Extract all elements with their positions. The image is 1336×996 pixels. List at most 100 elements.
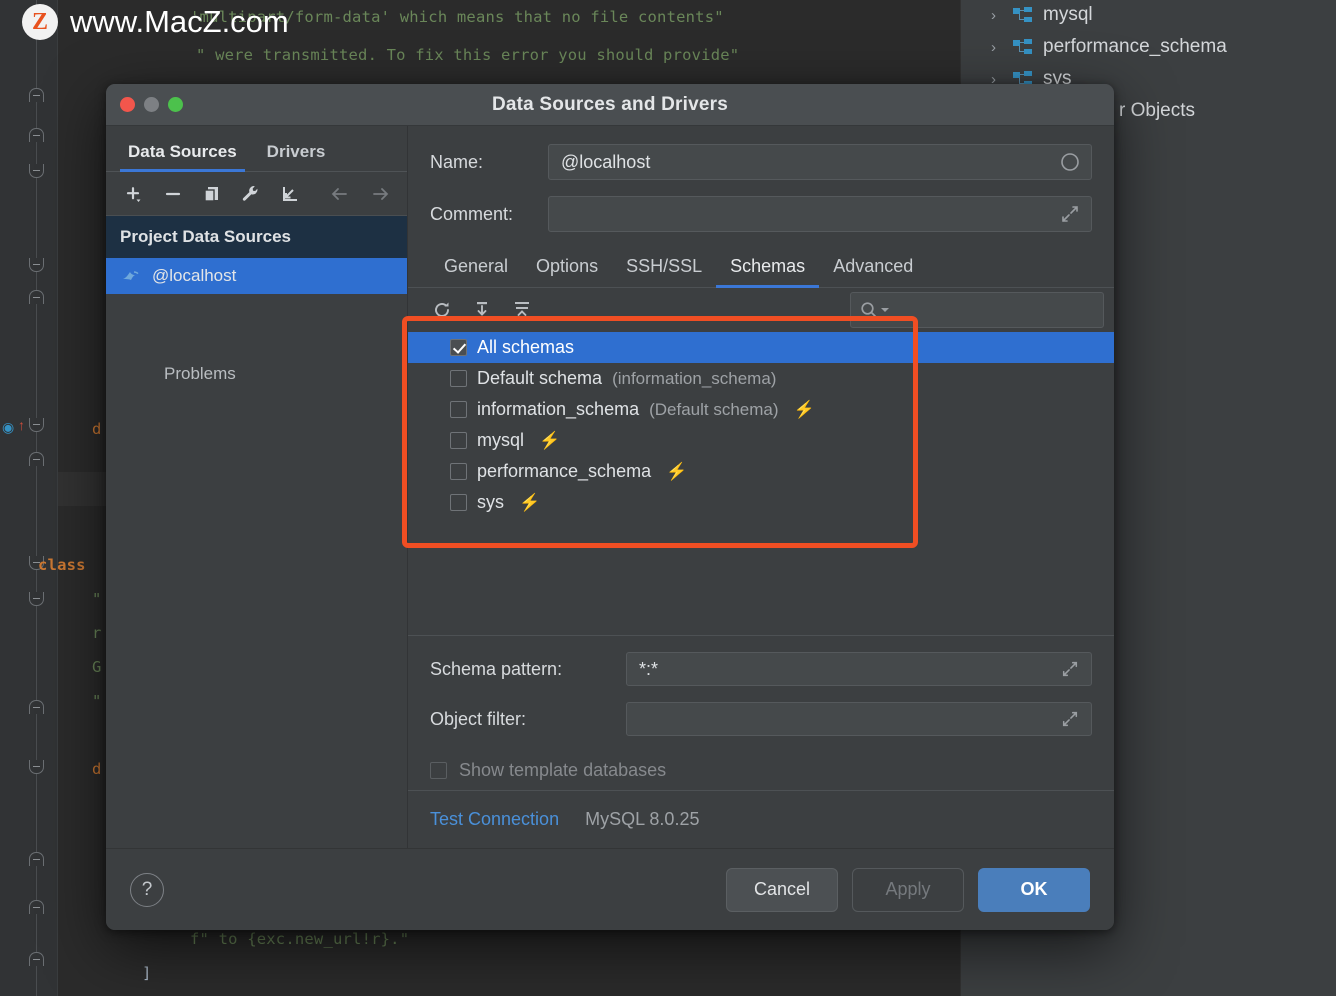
code-text: " (92, 692, 102, 710)
sidebar-item-localhost[interactable]: @localhost (106, 258, 407, 294)
fold-marker-icon[interactable] (29, 700, 44, 714)
tab-drivers[interactable]: Drivers (259, 142, 334, 171)
schema-row-information-schema[interactable]: information_schema (Default schema) ⚡ (408, 394, 1114, 425)
fold-marker-icon[interactable] (29, 452, 44, 466)
chevron-right-icon[interactable]: › (991, 39, 1003, 56)
right-pane: Name: @localhost Comment: General Option… (408, 126, 1114, 848)
code-text: f" to {exc.new_url!r}." (190, 930, 410, 948)
db-tree-label: performance_schema (1043, 36, 1227, 57)
tab-advanced[interactable]: Advanced (819, 256, 927, 287)
code-text: G (92, 658, 102, 676)
zoom-button[interactable] (168, 97, 183, 112)
project-data-sources-header: Project Data Sources (106, 216, 407, 258)
checkbox-icon[interactable] (430, 761, 447, 779)
expand-editor-icon[interactable] (1055, 199, 1085, 229)
database-schema-icon (1013, 38, 1033, 56)
comment-field-row: Comment: (408, 188, 1114, 240)
problems-item[interactable]: Problems (106, 352, 407, 396)
schema-label: performance_schema (477, 461, 652, 481)
db-tree-item[interactable]: › mysql (991, 4, 1093, 26)
ok-button[interactable]: OK (978, 867, 1090, 912)
fold-marker-icon[interactable] (29, 418, 44, 432)
chevron-right-icon[interactable]: › (991, 7, 1003, 24)
dialog-body: Data Sources Drivers Project Data Source… (106, 126, 1114, 848)
code-fold-line (36, 0, 37, 996)
expand-editor-icon[interactable] (1055, 704, 1085, 734)
help-button[interactable]: ? (130, 872, 164, 907)
fold-marker-icon[interactable] (29, 290, 44, 304)
comment-input[interactable] (548, 196, 1092, 232)
data-sources-dialog: Data Sources and Drivers Data Sources Dr… (106, 84, 1114, 930)
name-input[interactable]: @localhost (548, 144, 1092, 180)
schema-row-default[interactable]: Default schema (information_schema) (408, 363, 1114, 394)
search-input[interactable] (850, 292, 1104, 328)
checkbox-icon[interactable] (450, 494, 467, 511)
name-status-icon[interactable] (1055, 147, 1085, 177)
copy-button[interactable] (192, 177, 231, 211)
expand-all-icon[interactable] (462, 293, 502, 327)
lightning-icon: ⚡ (793, 399, 815, 419)
show-template-databases-row[interactable]: Show template databases (408, 744, 1114, 790)
comment-label: Comment: (430, 203, 514, 224)
forward-button[interactable] (360, 177, 399, 211)
macz-logo-icon: Z (22, 4, 58, 40)
refresh-icon[interactable] (422, 293, 462, 327)
object-filter-input[interactable] (626, 702, 1092, 736)
checkbox-icon[interactable] (450, 370, 467, 387)
expand-editor-icon[interactable] (1055, 654, 1085, 684)
tab-general[interactable]: General (430, 256, 522, 287)
tab-data-sources[interactable]: Data Sources (120, 142, 245, 172)
sidebar-item-label: @localhost (152, 266, 237, 285)
fold-marker-icon[interactable] (29, 128, 44, 142)
close-button[interactable] (120, 97, 135, 112)
schema-sublabel: (information_schema) (612, 368, 777, 388)
override-arrow-icon[interactable]: ↑ (18, 418, 25, 432)
code-text: r (92, 624, 102, 642)
fold-marker-icon[interactable] (29, 952, 44, 966)
fold-marker-icon[interactable] (29, 592, 44, 606)
left-pane: Data Sources Drivers Project Data Source… (106, 126, 408, 848)
properties-button[interactable] (231, 177, 270, 211)
schema-row-performance-schema[interactable]: performance_schema ⚡ (408, 456, 1114, 487)
connection-statusbar: Test Connection MySQL 8.0.25 (408, 790, 1114, 848)
import-button[interactable] (270, 177, 309, 211)
tab-ssh-ssl[interactable]: SSH/SSL (612, 256, 716, 287)
fold-marker-icon[interactable] (29, 258, 44, 272)
checkbox-icon[interactable] (450, 432, 467, 449)
breakpoint-icon[interactable]: ◉ (2, 420, 14, 434)
apply-button[interactable]: Apply (852, 867, 964, 912)
test-connection-link[interactable]: Test Connection (430, 809, 559, 830)
db-tree-item[interactable]: › performance_schema (991, 36, 1227, 58)
fold-marker-icon[interactable] (29, 852, 44, 866)
lightning-icon: ⚡ (519, 492, 541, 512)
tab-options[interactable]: Options (522, 256, 612, 287)
remove-button[interactable] (153, 177, 192, 211)
schema-pattern-row: Schema pattern: *:* (408, 644, 1114, 694)
code-text: d (92, 760, 102, 778)
watermark-text: www.MacZ.com (70, 4, 289, 39)
fold-marker-icon[interactable] (29, 164, 44, 178)
schema-label: Default schema (477, 368, 603, 388)
mysql-dolphin-icon (123, 271, 139, 280)
schema-label: mysql (477, 430, 525, 450)
tab-schemas[interactable]: Schemas (716, 256, 820, 288)
minimize-button[interactable] (144, 97, 159, 112)
schema-pattern-input[interactable]: *:* (626, 652, 1092, 686)
schema-row-all[interactable]: All schemas (408, 332, 1114, 363)
schema-row-sys[interactable]: sys ⚡ (408, 487, 1114, 518)
fold-marker-icon[interactable] (29, 88, 44, 102)
settings-tabbar: General Options SSH/SSL Schemas Advanced (408, 240, 1114, 288)
fold-marker-icon[interactable] (29, 900, 44, 914)
collapse-all-icon[interactable] (502, 293, 542, 327)
fold-marker-icon[interactable] (29, 760, 44, 774)
db-tree-label: mysql (1043, 4, 1093, 25)
cancel-button[interactable]: Cancel (726, 867, 838, 912)
checkbox-icon[interactable] (450, 401, 467, 418)
back-button[interactable] (321, 177, 360, 211)
add-button[interactable] (114, 177, 153, 211)
schema-row-mysql[interactable]: mysql ⚡ (408, 425, 1114, 456)
checkbox-icon[interactable] (450, 339, 467, 356)
schema-label: All schemas (477, 337, 575, 357)
window-controls (120, 97, 183, 112)
checkbox-icon[interactable] (450, 463, 467, 480)
